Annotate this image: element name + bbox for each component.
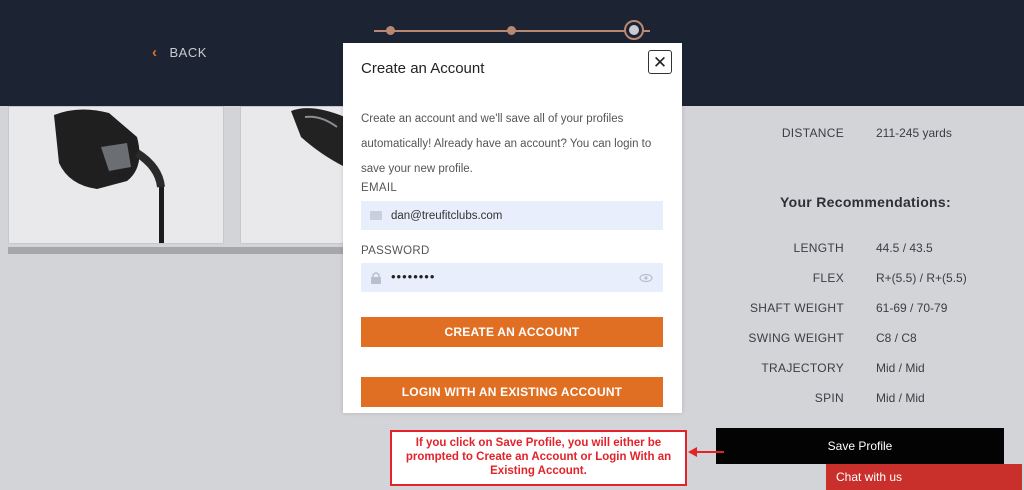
- eye-icon[interactable]: [639, 271, 653, 285]
- close-icon: ✕: [652, 52, 668, 72]
- annotation-callout: If you click on Save Profile, you will e…: [390, 430, 687, 486]
- modal-title: Create an Account: [361, 60, 485, 77]
- stepper-step-2: [507, 26, 516, 35]
- modal-description: Create an account and we'll save all of …: [361, 113, 652, 175]
- create-account-modal: Create an Account ✕ Create an account an…: [343, 43, 682, 413]
- back-label: BACK: [169, 45, 207, 60]
- stepper-step-3-current: [624, 20, 644, 40]
- stat-label: SWING WEIGHT: [748, 331, 844, 345]
- club-card-2[interactable]: [240, 106, 345, 244]
- distance-value: 211-245 yards: [876, 126, 952, 140]
- back-link[interactable]: ‹ BACK: [152, 44, 207, 61]
- progress-stepper: [374, 20, 654, 40]
- create-account-button[interactable]: CREATE AN ACCOUNT: [361, 317, 663, 347]
- distance-label: DISTANCE: [781, 126, 844, 140]
- stat-value: Mid / Mid: [876, 361, 925, 375]
- stat-value: 44.5 / 43.5: [876, 241, 933, 255]
- stat-label: TRAJECTORY: [761, 361, 844, 375]
- stat-value: R+(5.5) / R+(5.5): [876, 271, 967, 285]
- stat-label: LENGTH: [793, 241, 844, 255]
- stat-value: C8 / C8: [876, 331, 917, 345]
- login-existing-account-button[interactable]: LOGIN WITH AN EXISTING ACCOUNT: [361, 377, 663, 407]
- email-icon: [369, 209, 383, 223]
- driver-club-image: [54, 109, 165, 243]
- email-field[interactable]: dan@treufitclubs.com: [361, 201, 663, 230]
- chevron-left-icon: ‹: [152, 44, 158, 61]
- stat-label: SHAFT WEIGHT: [749, 301, 844, 315]
- driver-club-image: [291, 108, 345, 167]
- save-profile-button[interactable]: Save Profile: [716, 428, 1004, 464]
- club-card-1[interactable]: [8, 106, 224, 244]
- password-field[interactable]: ••••••••: [361, 263, 663, 292]
- stat-value: Mid / Mid: [876, 391, 925, 405]
- chat-with-us-button[interactable]: Chat with us: [826, 464, 1022, 490]
- password-label: PASSWORD: [361, 245, 430, 257]
- stat-value: 61-69 / 70-79: [876, 301, 948, 315]
- stepper-step-1: [386, 26, 395, 35]
- password-value: ••••••••: [391, 269, 436, 284]
- lock-icon: [369, 271, 383, 285]
- horizontal-scrollbar[interactable]: [8, 247, 344, 254]
- stat-label: SPIN: [814, 391, 844, 405]
- recommendations-title: Your Recommendations:: [780, 194, 951, 210]
- stat-label: FLEX: [812, 271, 844, 285]
- email-label: EMAIL: [361, 182, 398, 194]
- email-value: dan@treufitclubs.com: [391, 209, 503, 222]
- arrow-left-icon: [688, 447, 724, 457]
- close-button[interactable]: ✕: [648, 50, 672, 74]
